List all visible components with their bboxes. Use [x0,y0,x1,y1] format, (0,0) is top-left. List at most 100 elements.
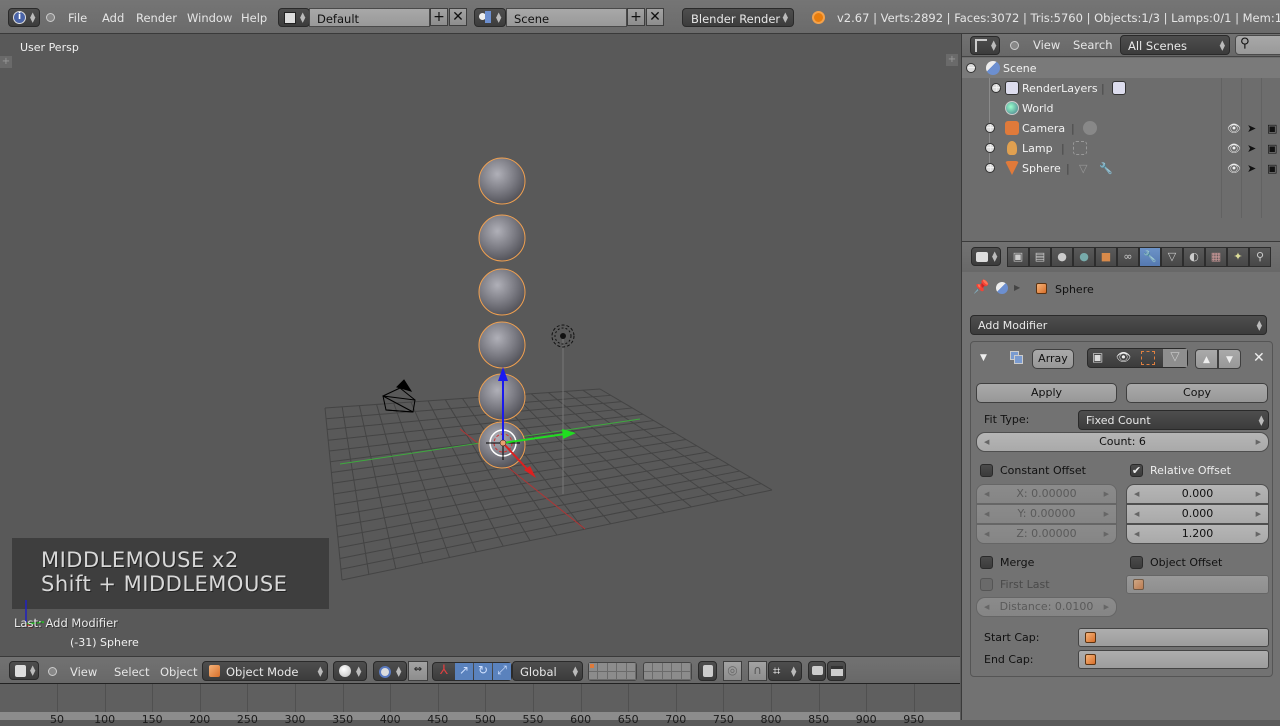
display-mode-selector[interactable]: All Scenes ▲ ▼ [1120,35,1230,55]
transform-orientation-selector[interactable]: Global ▲ ▼ [512,661,583,681]
mode-selector[interactable]: Object Mode ▲ ▼ [202,661,328,681]
render-engine-selector[interactable]: Blender Render ▲ ▼ [682,8,794,27]
render-opengl-still-button[interactable] [808,661,826,681]
constant-offset-checkbox[interactable] [980,464,993,477]
outliner-item-renderlayers[interactable]: + RenderLayers | [962,78,1280,98]
menu-render[interactable]: Render [136,11,177,25]
screen-layout-field[interactable]: Default [309,8,430,27]
viewport-shading-selector[interactable]: ▲ ▼ [333,661,367,681]
viewport-eye-icon[interactable]: 👁 [1116,350,1131,364]
expand-icon[interactable]: + [985,122,995,133]
relative-offset-y-field[interactable]: ◀ 0.000 ▶ [1126,504,1269,524]
tab-scene[interactable]: ● [1051,247,1073,267]
count-field[interactable]: ◀ Count: 6 ▶ [976,432,1269,452]
first-last-checkbox[interactable] [980,578,993,591]
menu-file[interactable]: File [68,11,87,25]
editor-type-button[interactable]: ▲ ▼ [971,247,1001,266]
tab-mesh-data[interactable]: ▽ [1161,247,1183,267]
visibility-eye-icon[interactable]: 👁 [1227,142,1241,155]
collapse-menu-icon[interactable] [46,13,55,22]
scene-field[interactable]: Scene [506,8,627,27]
end-cap-field[interactable] [1078,650,1269,669]
snap-toggle-button[interactable]: ∩ [748,661,767,681]
visibility-eye-icon[interactable]: 👁 [1227,162,1241,175]
constant-offset-y-field[interactable]: ◀ Y: 0.00000 ▶ [976,504,1117,524]
render-toggle-icon[interactable]: ▣ [1092,350,1103,364]
outliner-item-lamp[interactable]: + Lamp | 👁 ➤ ▣ [962,138,1280,158]
outliner-item-scene[interactable]: − Scene [962,58,1280,78]
tab-render-layers[interactable]: ▤ [1029,247,1051,267]
decrement-icon[interactable]: ◀ [984,433,989,451]
renderability-camera-icon[interactable]: ▣ [1267,142,1277,155]
editmode-toggle-icon[interactable] [1141,351,1155,365]
3d-viewport[interactable]: User Persp + + MIDDLEMOUSE x2 Shift + MI… [0,34,960,656]
menu-add[interactable]: Add [102,11,124,25]
outliner-item-sphere[interactable]: + Sphere | ▽ 🔧 👁 ➤ ▣ [962,158,1280,178]
object-offset-checkbox[interactable] [1130,556,1143,569]
manipulator-toggle-icon[interactable]: ⅄ [435,663,453,680]
menu-window[interactable]: Window [187,11,232,25]
increment-icon[interactable]: ▶ [1256,433,1261,451]
tab-render[interactable]: ▣ [1007,247,1029,267]
tab-constraints[interactable]: ∞ [1117,247,1139,267]
delete-screen-button[interactable]: ✕ [449,8,467,26]
selectability-cursor-icon[interactable]: ➤ [1247,122,1256,135]
layers-group-1[interactable] [588,662,637,681]
relative-offset-x-field[interactable]: ◀ 0.000 ▶ [1126,484,1269,504]
expand-icon[interactable]: + [985,142,995,153]
add-screen-button[interactable]: + [430,8,448,26]
visibility-eye-icon[interactable]: 👁 [1227,122,1241,135]
constant-offset-z-field[interactable]: ◀ Z: 0.00000 ▶ [976,524,1117,544]
translate-manipulator-icon[interactable]: ↗ [455,663,473,680]
menu-object[interactable]: Object [160,665,197,679]
scene-selector[interactable]: ▲ ▼ [474,8,506,27]
tab-world[interactable]: ● [1073,247,1095,267]
move-down-button[interactable]: ▼ [1218,349,1241,369]
outliner-search-field[interactable]: ⚲ [1235,35,1280,55]
lock-layers-button[interactable] [698,661,717,681]
tab-physics[interactable]: ⚲ [1249,247,1271,267]
relative-offset-z-field[interactable]: ◀ 1.200 ▶ [1126,524,1269,544]
last-operator-label[interactable]: Last: Add Modifier [14,616,118,630]
editor-type-button[interactable]: ▲ ▼ [970,36,1000,55]
menu-help[interactable]: Help [241,11,267,25]
fit-type-dropdown[interactable]: Fixed Count ▲ ▼ [1078,410,1269,430]
add-scene-button[interactable]: + [627,8,645,26]
tab-material[interactable]: ◐ [1183,247,1205,267]
collapse-menu-icon[interactable] [48,667,57,676]
tab-particles[interactable]: ✦ [1227,247,1249,267]
scale-manipulator-icon[interactable]: ⤢ [493,663,511,680]
cage-toggle-icon[interactable]: ▽ [1163,349,1187,367]
merge-checkbox[interactable] [980,556,993,569]
render-opengl-animation-button[interactable] [827,661,846,681]
modifier-name-field[interactable]: Array [1032,349,1074,369]
editor-type-button[interactable]: ▲ ▼ [9,661,39,680]
offset-object-field[interactable] [1126,575,1269,594]
expand-icon[interactable]: + [985,162,995,173]
menu-select[interactable]: Select [114,665,149,679]
proportional-editing-button[interactable]: ◎ [723,661,742,681]
tab-texture[interactable]: ▦ [1205,247,1227,267]
tab-modifiers[interactable]: 🔧 [1139,247,1161,267]
collapse-icon[interactable]: − [966,62,976,73]
delete-scene-button[interactable]: ✕ [646,8,664,26]
remove-modifier-icon[interactable]: ✕ [1253,350,1265,366]
menu-search[interactable]: Search [1073,38,1113,52]
collapse-menu-icon[interactable] [1010,41,1019,50]
layers-group-2[interactable] [643,662,692,681]
copy-button[interactable]: Copy [1126,383,1268,403]
move-up-button[interactable]: ▲ [1195,349,1218,369]
constant-offset-x-field[interactable]: ◀ X: 0.00000 ▶ [976,484,1117,504]
selectability-cursor-icon[interactable]: ➤ [1247,142,1256,155]
renderability-camera-icon[interactable]: ▣ [1267,162,1277,175]
selectability-cursor-icon[interactable]: ➤ [1247,162,1256,175]
screen-layout-selector[interactable]: ▲ ▼ [278,8,310,27]
start-cap-field[interactable] [1078,628,1269,647]
menu-view[interactable]: View [1033,38,1060,52]
renderability-camera-icon[interactable]: ▣ [1267,122,1277,135]
collapse-panel-icon[interactable]: ▼ [980,353,987,363]
editor-type-button[interactable]: i ▲ ▼ [8,8,40,27]
timeline[interactable]: 50 100 150 200 250 300 350 400 450 500 550 600 650 70… [0,684,960,726]
snap-element-selector[interactable]: ⌗ ▲ ▼ [768,661,802,681]
manipulate-center-points-button[interactable]: ⇔ [408,661,428,681]
